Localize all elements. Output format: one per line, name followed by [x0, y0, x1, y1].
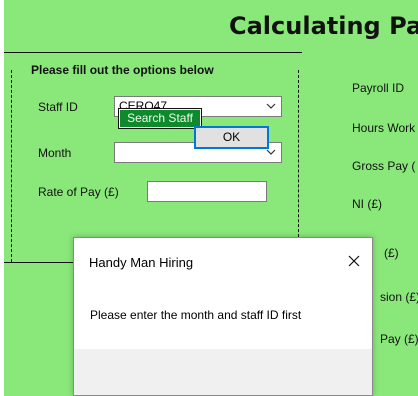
pension-label: sion (£)	[380, 290, 418, 304]
dialog-message: Please enter the month and staff ID firs…	[90, 308, 302, 322]
staff-id-label: Staff ID	[38, 100, 78, 114]
tax-label: (£)	[384, 246, 399, 260]
rate-of-pay-label: Rate of Pay (£)	[38, 185, 119, 199]
dialog-title: Handy Man Hiring	[89, 255, 194, 270]
search-staff-button[interactable]: Search Staff	[118, 108, 202, 129]
month-label: Month	[38, 146, 72, 160]
rate-of-pay-input[interactable]	[147, 181, 267, 202]
net-pay-label: Pay (£)	[380, 332, 418, 346]
chevron-down-icon[interactable]	[265, 99, 277, 113]
ni-label: NI (£)	[352, 197, 382, 211]
message-dialog: Handy Man Hiring Please enter the month …	[73, 237, 373, 396]
dialog-footer	[74, 349, 372, 395]
gross-pay-label: Gross Pay (	[352, 159, 416, 173]
hours-worked-label: Hours Work	[352, 121, 416, 135]
group-right-border	[298, 70, 299, 262]
page-title: Calculating Pa	[229, 12, 418, 40]
payroll-id-label: Payroll ID	[352, 81, 405, 95]
ok-button[interactable]: OK	[194, 126, 269, 149]
close-icon[interactable]	[345, 252, 363, 270]
group-left-border	[11, 70, 12, 262]
group-top-divider	[4, 52, 302, 53]
options-group-title: Please fill out the options below	[31, 63, 214, 77]
